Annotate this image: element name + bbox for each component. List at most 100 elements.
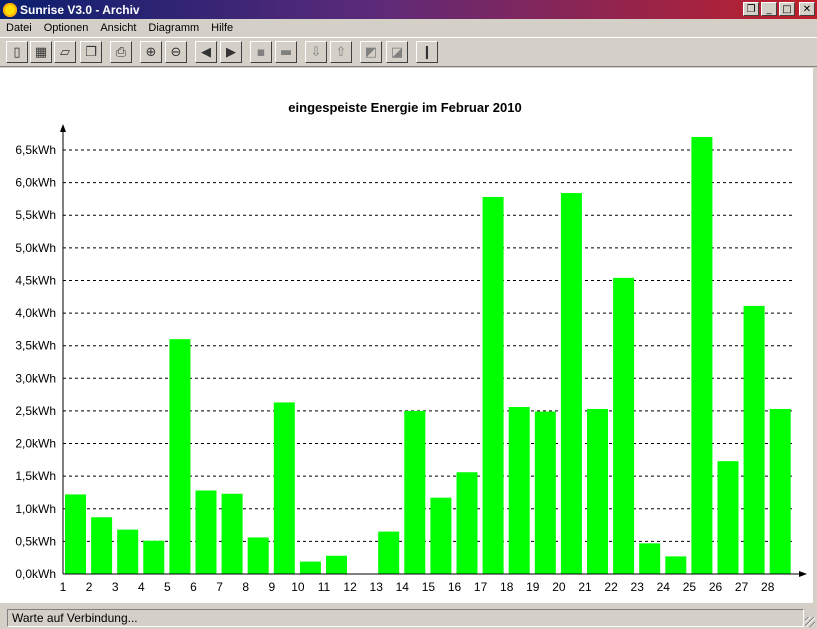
bar-day-14: [404, 410, 426, 574]
y-tick-label: 5,5kWh: [15, 208, 56, 222]
x-tick-label: 9: [268, 580, 275, 594]
x-tick-label: 12: [343, 580, 357, 594]
window-controls: ❐ _ □ ✕: [743, 2, 815, 16]
sign-icon[interactable]: ▪: [250, 41, 272, 63]
x-tick-label: 7: [216, 580, 223, 594]
plug-down-icon[interactable]: ⇩: [305, 41, 327, 63]
x-tick-label: 19: [526, 580, 540, 594]
x-tick-label: 15: [422, 580, 436, 594]
menu-bar: Datei Optionen Ansicht Diagramm Hilfe: [0, 19, 817, 37]
arrow-left-icon[interactable]: ◀: [195, 41, 217, 63]
x-tick-label: 2: [86, 580, 93, 594]
x-tick-label: 20: [552, 580, 566, 594]
y-tick-label: 4,5kWh: [15, 273, 56, 287]
page-icon[interactable]: ▱: [54, 41, 76, 63]
bar-chart: eingespeiste Energie im Februar 2010 0,0…: [15, 100, 807, 594]
x-tick-label: 25: [683, 580, 697, 594]
y-tick-label: 1,0kWh: [15, 502, 56, 516]
chart-title: eingespeiste Energie im Februar 2010: [288, 100, 521, 115]
bar-day-9: [273, 402, 295, 574]
x-tick-label: 26: [709, 580, 723, 594]
y-tick-label: 1,5kWh: [15, 469, 56, 483]
zoom-in-icon[interactable]: ⊕: [140, 41, 162, 63]
chart-area: eingespeiste Energie im Februar 2010 0,0…: [0, 68, 813, 603]
folder-icon[interactable]: ▬: [275, 41, 297, 63]
x-tick-label: 17: [474, 580, 488, 594]
window-title: Sunrise V3.0 - Archiv: [20, 2, 140, 17]
menu-datei[interactable]: Datei: [0, 22, 38, 34]
x-tick-label: 24: [657, 580, 671, 594]
sun-icon: [3, 2, 17, 17]
plug-up-icon[interactable]: ⇧: [330, 41, 352, 63]
grid-chart-icon[interactable]: ▦: [30, 41, 52, 63]
x-tick-label: 18: [500, 580, 514, 594]
y-tick-label: 2,0kWh: [15, 437, 56, 451]
restore-icon[interactable]: ❐: [743, 2, 759, 16]
bar-day-5: [169, 339, 191, 574]
y-tick-label: 3,5kWh: [15, 339, 56, 353]
x-tick-label: 5: [164, 580, 171, 594]
bar-day-17: [482, 196, 504, 574]
menu-ansicht[interactable]: Ansicht: [94, 22, 142, 34]
close-button[interactable]: ✕: [799, 2, 815, 16]
bar-day-10: [299, 561, 321, 574]
bar-day-21: [587, 408, 608, 574]
x-tick-label: 3: [112, 580, 119, 594]
x-axis-arrow: [799, 571, 807, 577]
thermometer-icon[interactable]: ❙: [416, 41, 438, 63]
y-tick-label: 3,0kWh: [15, 371, 56, 385]
bar-day-19: [534, 411, 556, 574]
solar-panel-down-icon[interactable]: ◪: [386, 41, 408, 63]
y-tick-label: 4,0kWh: [15, 306, 56, 320]
x-tick-label: 28: [761, 580, 775, 594]
y-tick-label: 5,0kWh: [15, 241, 56, 255]
status-bar: Warte auf Verbindung...: [0, 606, 817, 629]
x-tick-label: 22: [604, 580, 618, 594]
bar-day-22: [613, 277, 635, 574]
status-text: Warte auf Verbindung...: [7, 609, 804, 627]
y-tick-label: 6,5kWh: [15, 143, 56, 157]
bar-day-2: [91, 517, 113, 574]
x-tick-label: 10: [291, 580, 305, 594]
x-tick-label: 1: [60, 580, 67, 594]
bar-day-8: [247, 537, 269, 574]
y-axis-arrow: [60, 124, 66, 132]
bar-day-18: [508, 407, 530, 574]
y-tick-label: 0,0kWh: [15, 567, 56, 581]
bar-day-7: [221, 493, 243, 574]
windows-icon[interactable]: ❐: [80, 41, 102, 63]
x-tick-label: 21: [578, 580, 592, 594]
bar-day-26: [717, 461, 739, 574]
bar-day-11: [326, 555, 347, 574]
minimize-button[interactable]: _: [761, 2, 777, 16]
zoom-out-icon[interactable]: ⊖: [165, 41, 187, 63]
menu-hilfe[interactable]: Hilfe: [205, 22, 239, 34]
x-tick-label: 23: [631, 580, 645, 594]
bar-day-6: [195, 490, 217, 574]
bar-day-28: [769, 408, 791, 574]
y-tick-label: 6,0kWh: [15, 176, 56, 190]
y-tick-label: 2,5kWh: [15, 404, 56, 418]
menu-optionen[interactable]: Optionen: [38, 22, 95, 34]
menu-diagramm[interactable]: Diagramm: [142, 22, 205, 34]
maximize-button[interactable]: □: [779, 2, 795, 16]
battery-icon[interactable]: ▯: [6, 41, 28, 63]
x-tick-label: 14: [396, 580, 410, 594]
x-tick-label: 6: [190, 580, 197, 594]
resize-grip[interactable]: [805, 617, 815, 627]
bar-day-20: [560, 193, 582, 574]
bar-day-16: [456, 472, 478, 574]
solar-panel-icon[interactable]: ◩: [360, 41, 382, 63]
y-tick-label: 0,5kWh: [15, 534, 56, 548]
bar-day-25: [691, 136, 713, 574]
x-tick-label: 13: [370, 580, 384, 594]
x-tick-label: 16: [448, 580, 462, 594]
printer-icon[interactable]: ⎙: [110, 41, 132, 63]
bar-day-13: [378, 531, 400, 574]
bar-day-24: [665, 556, 687, 574]
bar-day-23: [639, 543, 661, 574]
bar-day-3: [117, 529, 139, 574]
arrow-right-icon[interactable]: ▶: [220, 41, 242, 63]
toolbar: ▯ ▦ ▱ ❐ ⎙ ⊕ ⊖ ◀ ▶ ▪ ▬ ⇩ ⇧ ◩ ◪ ❙: [0, 37, 817, 67]
x-tick-label: 4: [138, 580, 145, 594]
